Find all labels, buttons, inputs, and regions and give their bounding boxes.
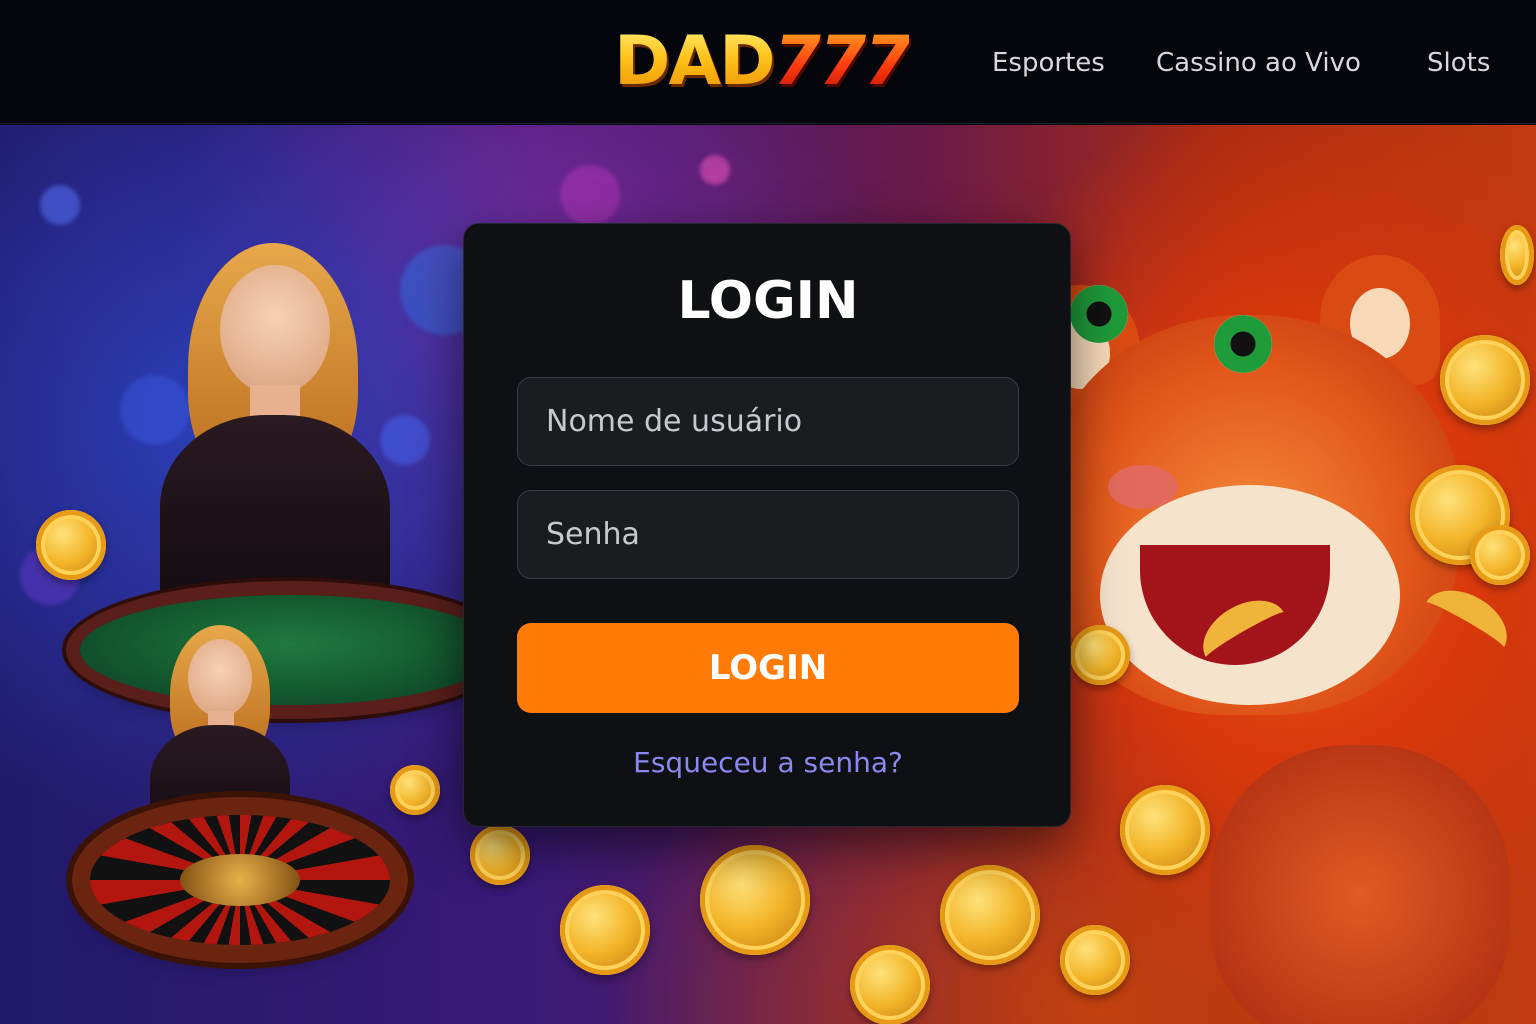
gold-coin bbox=[700, 845, 810, 955]
gold-coin bbox=[470, 825, 530, 885]
bokeh-light bbox=[560, 165, 620, 225]
brand-logo[interactable]: DAD 777 bbox=[614, 22, 912, 102]
top-navigation-bar: DAD 777 Esportes Cassino ao Vivo Slots bbox=[0, 0, 1536, 124]
login-card: LOGIN LOGIN Esqueceu a senha? bbox=[463, 223, 1071, 827]
gold-coin bbox=[1120, 785, 1210, 875]
gold-coin bbox=[1500, 225, 1534, 285]
gold-coin bbox=[1070, 625, 1130, 685]
dealer-illustration-large bbox=[150, 235, 410, 615]
bokeh-light bbox=[40, 185, 80, 225]
tiger-eye-left bbox=[1070, 285, 1128, 343]
nav-link-slots[interactable]: Slots bbox=[1427, 44, 1490, 82]
forgot-password-link[interactable]: Esqueceu a senha? bbox=[464, 745, 1072, 781]
nav-link-esportes[interactable]: Esportes bbox=[992, 44, 1105, 82]
tiger-nose bbox=[1108, 465, 1178, 509]
gold-coin bbox=[1440, 335, 1530, 425]
gold-coin bbox=[560, 885, 650, 975]
roulette-wheel bbox=[90, 815, 390, 945]
gold-coin bbox=[940, 865, 1040, 965]
nav-link-cassino-ao-vivo[interactable]: Cassino ao Vivo bbox=[1156, 44, 1361, 82]
logo-text-main: DAD bbox=[614, 22, 776, 101]
gold-coin bbox=[1470, 525, 1530, 585]
gold-coin bbox=[36, 510, 106, 580]
tiger-eye-right bbox=[1214, 315, 1272, 373]
gold-coin bbox=[850, 945, 930, 1024]
dealer-illustration-small bbox=[140, 625, 300, 845]
logo-text-accent: 777 bbox=[773, 22, 912, 101]
gold-coin bbox=[1060, 925, 1130, 995]
bokeh-light bbox=[700, 155, 730, 185]
password-input[interactable] bbox=[517, 490, 1019, 579]
username-input[interactable] bbox=[517, 377, 1019, 466]
login-button[interactable]: LOGIN bbox=[517, 623, 1019, 713]
login-title: LOGIN bbox=[677, 271, 859, 331]
gold-coin bbox=[390, 765, 440, 815]
bull-illustration bbox=[1210, 745, 1510, 1024]
